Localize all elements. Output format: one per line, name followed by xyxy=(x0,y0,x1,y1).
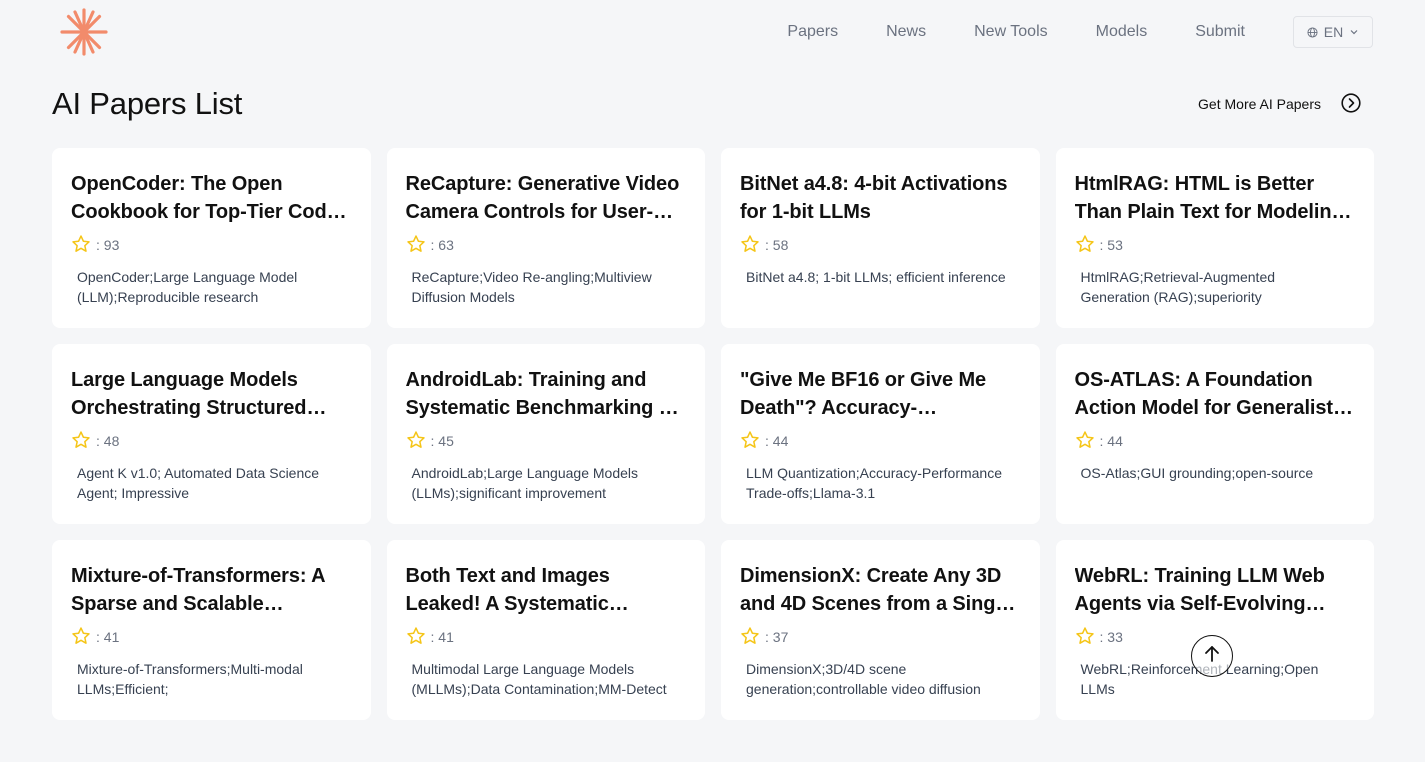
paper-title[interactable]: Mixture-of-Transformers: A Sparse and Sc… xyxy=(71,562,351,618)
paper-title[interactable]: HtmlRAG: HTML is Better Than Plain Text … xyxy=(1075,170,1355,226)
paper-tags: LLM Quantization;Accuracy-Performance Tr… xyxy=(746,465,1002,501)
paper-title[interactable]: AndroidLab: Training and Systematic Benc… xyxy=(406,366,686,422)
paper-title[interactable]: WebRL: Training LLM Web Agents via Self-… xyxy=(1075,562,1355,618)
star-count: : 37 xyxy=(765,629,789,645)
paper-title[interactable]: "Give Me BF16 or Give Me Death"? Accurac… xyxy=(740,366,1020,422)
paper-tags: OpenCoder;Large Language Model (LLM);Rep… xyxy=(77,269,298,305)
paper-stars: : 44 xyxy=(740,429,1020,453)
paper-tags: Multimodal Large Language Models (MLLMs)… xyxy=(411,661,667,697)
paper-card[interactable]: AndroidLab: Training and Systematic Benc… xyxy=(386,344,705,524)
paper-tags: DimensionX;3D/4D scene generation;contro… xyxy=(746,661,981,697)
paper-stars: : 44 xyxy=(1075,429,1355,453)
paper-title[interactable]: OpenCoder: The Open Cookbook for Top-Tie… xyxy=(71,170,351,226)
paper-tags: Mixture-of-Transformers;Multi-modal LLMs… xyxy=(77,661,303,697)
star-outline-icon xyxy=(406,626,431,649)
paper-tags: ReCapture;Video Re-angling;Multiview Dif… xyxy=(411,269,652,305)
nav-news[interactable]: News xyxy=(886,23,926,41)
paper-stars: : 45 xyxy=(406,429,686,453)
paper-card[interactable]: OS-ATLAS: A Foundation Action Model for … xyxy=(1055,344,1374,524)
nav-new-tools[interactable]: New Tools xyxy=(974,23,1048,41)
star-outline-icon xyxy=(1075,234,1100,257)
star-outline-icon xyxy=(406,430,431,453)
top-nav: Papers News New Tools Models Submit EN xyxy=(787,16,1373,48)
globe-icon xyxy=(1307,26,1318,38)
chevron-down-icon xyxy=(1349,27,1359,37)
circle-arrow-right-icon xyxy=(1341,92,1361,116)
page-title: AI Papers List xyxy=(52,86,243,121)
paper-title[interactable]: Both Text and Images Leaked! A Systemati… xyxy=(406,562,686,618)
paper-stars: : 93 xyxy=(71,233,351,257)
paper-title[interactable]: DimensionX: Create Any 3D and 4D Scenes … xyxy=(740,562,1020,618)
paper-card[interactable]: Large Language Models Orchestrating Stru… xyxy=(52,344,371,524)
paper-tags: BitNet a4.8; 1-bit LLMs; efficient infer… xyxy=(746,269,1006,285)
star-outline-icon xyxy=(740,626,765,649)
star-outline-icon xyxy=(1075,626,1100,649)
star-count: : 63 xyxy=(430,237,454,253)
paper-card[interactable]: OpenCoder: The Open Cookbook for Top-Tie… xyxy=(52,148,371,328)
paper-title[interactable]: OS-ATLAS: A Foundation Action Model for … xyxy=(1075,366,1355,422)
star-count: : 44 xyxy=(765,433,789,449)
paper-tags: OS-Atlas;GUI grounding;open-source xyxy=(1080,465,1314,481)
paper-title[interactable]: ReCapture: Generative Video Camera Contr… xyxy=(406,170,686,226)
language-label: EN xyxy=(1323,24,1344,40)
get-more-papers-link[interactable]: Get More AI Papers xyxy=(1198,92,1361,116)
paper-stars: : 58 xyxy=(740,233,1020,257)
paper-stars: : 63 xyxy=(406,233,686,257)
paper-card[interactable]: ReCapture: Generative Video Camera Contr… xyxy=(386,148,705,328)
arrow-up-icon xyxy=(1202,644,1222,669)
star-count: : 93 xyxy=(96,237,120,253)
star-outline-icon xyxy=(71,430,96,453)
nav-submit[interactable]: Submit xyxy=(1195,23,1245,41)
paper-title[interactable]: BitNet a4.8: 4-bit Activations for 1-bit… xyxy=(740,170,1020,226)
star-outline-icon xyxy=(1075,430,1100,453)
paper-card[interactable]: DimensionX: Create Any 3D and 4D Scenes … xyxy=(721,540,1040,720)
paper-stars: : 41 xyxy=(406,625,686,649)
paper-card[interactable]: HtmlRAG: HTML is Better Than Plain Text … xyxy=(1055,148,1374,328)
paper-card[interactable]: Mixture-of-Transformers: A Sparse and Sc… xyxy=(52,540,371,720)
star-count: : 48 xyxy=(96,433,120,449)
paper-card[interactable]: WebRL: Training LLM Web Agents via Self-… xyxy=(1055,540,1374,720)
papers-grid: OpenCoder: The Open Cookbook for Top-Tie… xyxy=(52,148,1374,720)
paper-stars: : 37 xyxy=(740,625,1020,649)
paper-title[interactable]: Large Language Models Orchestrating Stru… xyxy=(71,366,351,422)
star-count: : 41 xyxy=(430,629,454,645)
star-outline-icon xyxy=(406,234,431,257)
paper-tags: AndroidLab;Large Language Models (LLMs);… xyxy=(411,465,639,501)
paper-card[interactable]: BitNet a4.8: 4-bit Activations for 1-bit… xyxy=(721,148,1040,328)
paper-card[interactable]: Both Text and Images Leaked! A Systemati… xyxy=(386,540,705,720)
star-count: : 33 xyxy=(1099,629,1123,645)
nav-papers[interactable]: Papers xyxy=(787,23,838,41)
paper-stars: : 41 xyxy=(71,625,351,649)
language-selector[interactable]: EN xyxy=(1293,16,1373,48)
paper-tags: HtmlRAG;Retrieval-Augmented Generation (… xyxy=(1080,269,1276,305)
nav-models[interactable]: Models xyxy=(1096,23,1148,41)
star-outline-icon xyxy=(740,430,765,453)
star-count: : 44 xyxy=(1099,433,1123,449)
paper-stars: : 53 xyxy=(1075,233,1355,257)
asterisk-logo-icon[interactable] xyxy=(60,8,108,56)
site-header: Papers News New Tools Models Submit EN xyxy=(0,0,1425,64)
star-outline-icon xyxy=(740,234,765,257)
star-count: : 53 xyxy=(1099,237,1123,253)
paper-card[interactable]: "Give Me BF16 or Give Me Death"? Accurac… xyxy=(721,344,1040,524)
scroll-to-top-button[interactable] xyxy=(1191,635,1233,677)
star-count: : 45 xyxy=(430,433,454,449)
paper-tags: Agent K v1.0; Automated Data Science Age… xyxy=(77,465,320,501)
star-outline-icon xyxy=(71,234,96,257)
paper-stars: : 48 xyxy=(71,429,351,453)
star-count: : 41 xyxy=(96,629,120,645)
star-count: : 58 xyxy=(765,237,789,253)
star-outline-icon xyxy=(71,626,96,649)
get-more-papers-label: Get More AI Papers xyxy=(1198,96,1321,112)
